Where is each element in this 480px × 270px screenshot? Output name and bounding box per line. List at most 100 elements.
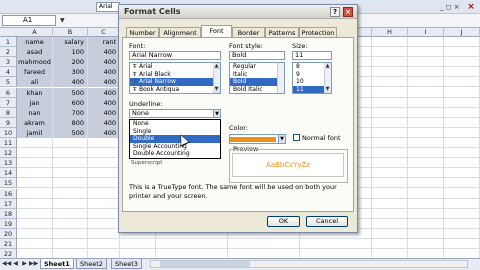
- font-scroll-down-icon[interactable]: ▼: [213, 86, 220, 93]
- font-style-option[interactable]: Bold: [230, 78, 284, 86]
- size-input[interactable]: 11: [292, 51, 332, 60]
- table-cell[interactable]: 200: [53, 57, 87, 68]
- table-cell[interactable]: fareed: [17, 67, 52, 78]
- row-header[interactable]: 18: [0, 208, 17, 219]
- table-cell[interactable]: akram: [17, 117, 52, 128]
- underline-select[interactable]: None: [129, 109, 221, 118]
- table-cell[interactable]: jamil: [17, 127, 52, 138]
- prev-sheet-icon[interactable]: ◀: [11, 259, 20, 269]
- font-style-input[interactable]: Bold: [229, 51, 285, 60]
- column-header-h[interactable]: H: [372, 28, 408, 37]
- table-cell[interactable]: 400: [53, 77, 87, 88]
- toolbar-font-name-box[interactable]: Arial: [96, 2, 120, 12]
- table-cell[interactable]: 100: [53, 47, 87, 58]
- table-header-cell[interactable]: rant: [88, 37, 119, 47]
- table-cell[interactable]: 400: [88, 67, 119, 78]
- size-scroll-up-icon[interactable]: ▲: [324, 63, 331, 70]
- color-dropdown-icon[interactable]: ▼: [278, 134, 286, 144]
- table-cell[interactable]: 400: [88, 87, 119, 98]
- tab-number[interactable]: Number: [126, 27, 159, 37]
- row-header[interactable]: 13: [0, 158, 17, 169]
- table-cell[interactable]: 600: [53, 97, 87, 108]
- table-cell[interactable]: 700: [53, 107, 87, 118]
- row-header[interactable]: 6: [0, 87, 17, 98]
- tab-alignment[interactable]: Alignment: [159, 27, 201, 37]
- normal-font-checkbox[interactable]: [293, 134, 300, 141]
- last-sheet-icon[interactable]: ▶▶: [29, 259, 38, 269]
- row-header[interactable]: 19: [0, 218, 17, 229]
- table-header-cell[interactable]: salary: [53, 37, 87, 47]
- underline-dropdown-list[interactable]: None Single Double Single Accounting Double …: [129, 119, 221, 159]
- row-header[interactable]: 10: [0, 127, 17, 138]
- font-option[interactable]: Ŧ Arial Narrow: [130, 78, 220, 86]
- underline-dropdown-icon[interactable]: ▼: [213, 109, 221, 118]
- font-style-option[interactable]: Regular: [230, 63, 284, 71]
- sheet-tab-sheet1[interactable]: Sheet1: [40, 259, 74, 269]
- table-cell[interactable]: jan: [17, 97, 52, 108]
- column-header-b[interactable]: B: [53, 28, 88, 37]
- font-style-option[interactable]: Bold Italic: [230, 86, 284, 94]
- column-header-i[interactable]: I: [408, 28, 444, 37]
- table-header-cell[interactable]: name: [17, 37, 52, 47]
- row-header[interactable]: 7: [0, 97, 17, 108]
- row-header[interactable]: 15: [0, 178, 17, 189]
- first-sheet-icon[interactable]: ◀◀: [2, 259, 11, 269]
- row-header[interactable]: 8: [0, 107, 17, 118]
- row-header[interactable]: 11: [0, 138, 17, 148]
- tab-patterns[interactable]: Patterns: [265, 27, 299, 37]
- font-style-scrollbar[interactable]: [277, 63, 284, 93]
- row-header[interactable]: 3: [0, 57, 17, 68]
- window-close-icon[interactable]: ×: [466, 2, 476, 12]
- underline-option[interactable]: Single Accounting: [130, 143, 220, 151]
- font-option[interactable]: Ŧ Book Antiqua: [130, 86, 220, 94]
- column-header-j[interactable]: J: [444, 28, 480, 37]
- table-cell[interactable]: khan: [17, 87, 52, 98]
- table-cell[interactable]: 500: [53, 127, 87, 138]
- font-input[interactable]: Arial Narrow: [129, 51, 221, 60]
- row-header[interactable]: 4: [0, 67, 17, 78]
- underline-option[interactable]: Single: [130, 128, 220, 136]
- tab-protection[interactable]: Protection: [299, 27, 337, 37]
- font-scroll-up-icon[interactable]: ▲: [213, 63, 220, 70]
- row-header[interactable]: 1: [0, 37, 17, 47]
- next-sheet-icon[interactable]: ▶: [20, 259, 29, 269]
- underline-option[interactable]: Double Accounting: [130, 150, 220, 158]
- color-swatch[interactable]: [230, 137, 276, 142]
- cancel-button[interactable]: Cancel: [306, 216, 348, 227]
- ok-button[interactable]: OK: [267, 216, 300, 227]
- tab-border[interactable]: Border: [232, 27, 265, 37]
- font-option[interactable]: Ŧ Arial Black: [130, 71, 220, 79]
- window-buttons[interactable]: _ ◻ ×: [440, 3, 462, 11]
- table-cell[interactable]: 400: [88, 127, 119, 138]
- font-option[interactable]: Ŧ Arial: [130, 63, 220, 71]
- dialog-close-button[interactable]: ×: [343, 7, 353, 17]
- row-header[interactable]: 17: [0, 198, 17, 209]
- row-header[interactable]: 20: [0, 228, 17, 239]
- dialog-help-button[interactable]: ?: [330, 7, 340, 17]
- horizontal-scroll-thumb[interactable]: [160, 261, 250, 267]
- table-cell[interactable]: 500: [53, 87, 87, 98]
- underline-option[interactable]: None: [130, 120, 220, 128]
- sheet-tab-sheet2[interactable]: Sheet2: [76, 259, 107, 269]
- table-cell[interactable]: 400: [88, 57, 119, 68]
- sheet-tab-sheet3[interactable]: Sheet3: [111, 259, 142, 269]
- row-header[interactable]: 12: [0, 148, 17, 159]
- row-header[interactable]: 14: [0, 168, 17, 179]
- table-cell[interactable]: mahmood: [17, 57, 52, 68]
- font-style-option[interactable]: Italic: [230, 71, 284, 79]
- table-cell[interactable]: 300: [53, 67, 87, 78]
- table-cell[interactable]: 400: [88, 77, 119, 88]
- table-cell[interactable]: 800: [53, 117, 87, 128]
- table-cell[interactable]: 400: [88, 107, 119, 118]
- table-cell[interactable]: 400: [88, 117, 119, 128]
- row-header[interactable]: 16: [0, 188, 17, 199]
- size-scroll-down-icon[interactable]: ▼: [324, 86, 331, 93]
- row-header[interactable]: 9: [0, 117, 17, 128]
- table-cell[interactable]: nan: [17, 107, 52, 118]
- font-listbox[interactable]: Ŧ Arial Ŧ Arial Black Ŧ Arial Narrow Ŧ Book Ant…: [129, 62, 221, 94]
- table-cell[interactable]: 400: [88, 47, 119, 58]
- row-header[interactable]: 5: [0, 77, 17, 88]
- table-cell[interactable]: asad: [17, 47, 52, 58]
- column-header-a[interactable]: A: [17, 28, 53, 37]
- row-header[interactable]: 21: [0, 239, 17, 249]
